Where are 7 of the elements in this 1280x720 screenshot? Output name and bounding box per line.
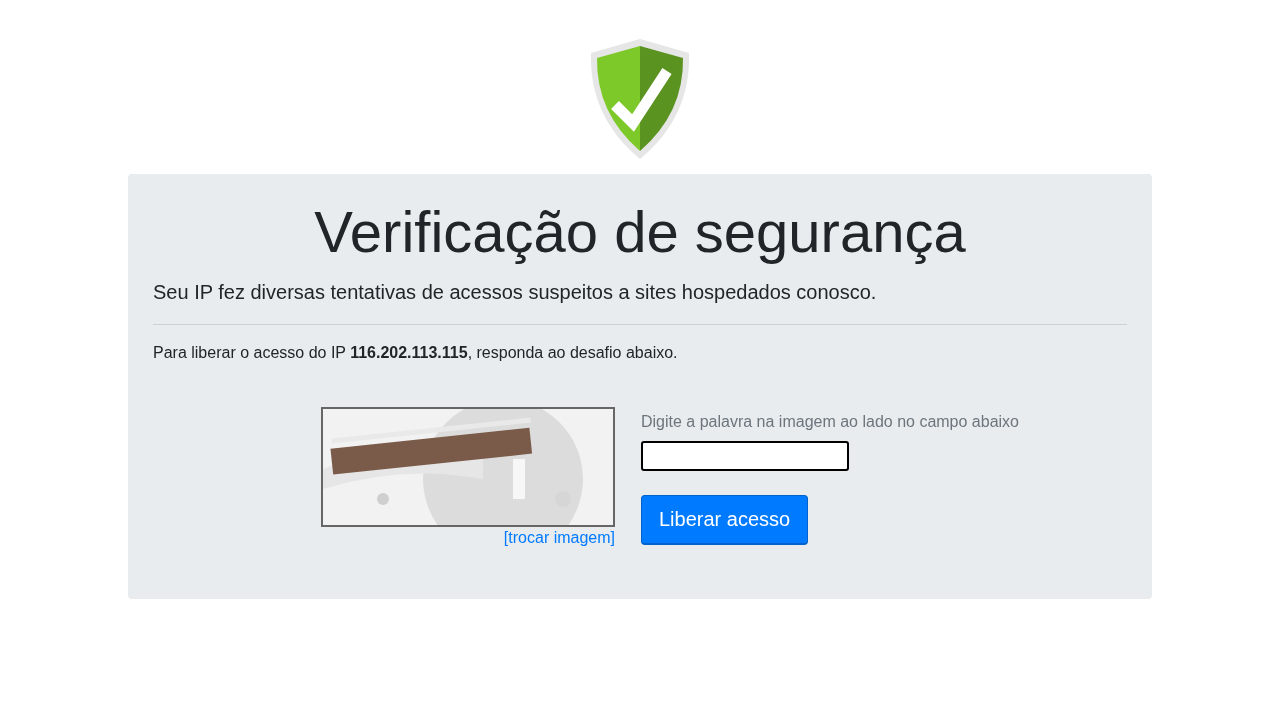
page-title: Verificação de segurança [313,200,967,264]
change-image-link[interactable]: [trocar imagem] [503,528,615,547]
instruction-text: Para liberar o acesso do IP 116.202.113.115, responda ao desafio abaixo. [153,342,679,363]
warning-text: Seu IP fez diversas tentativas de acessos suspeitos a sites hospedados conosco. [153,279,878,305]
submit-button[interactable]: Liberar acesso [641,494,809,545]
captcha-input-field[interactable] [641,440,849,471]
captcha-instruction: Digite a palavra na imagem ao lado no campo abaixo [641,412,1019,431]
